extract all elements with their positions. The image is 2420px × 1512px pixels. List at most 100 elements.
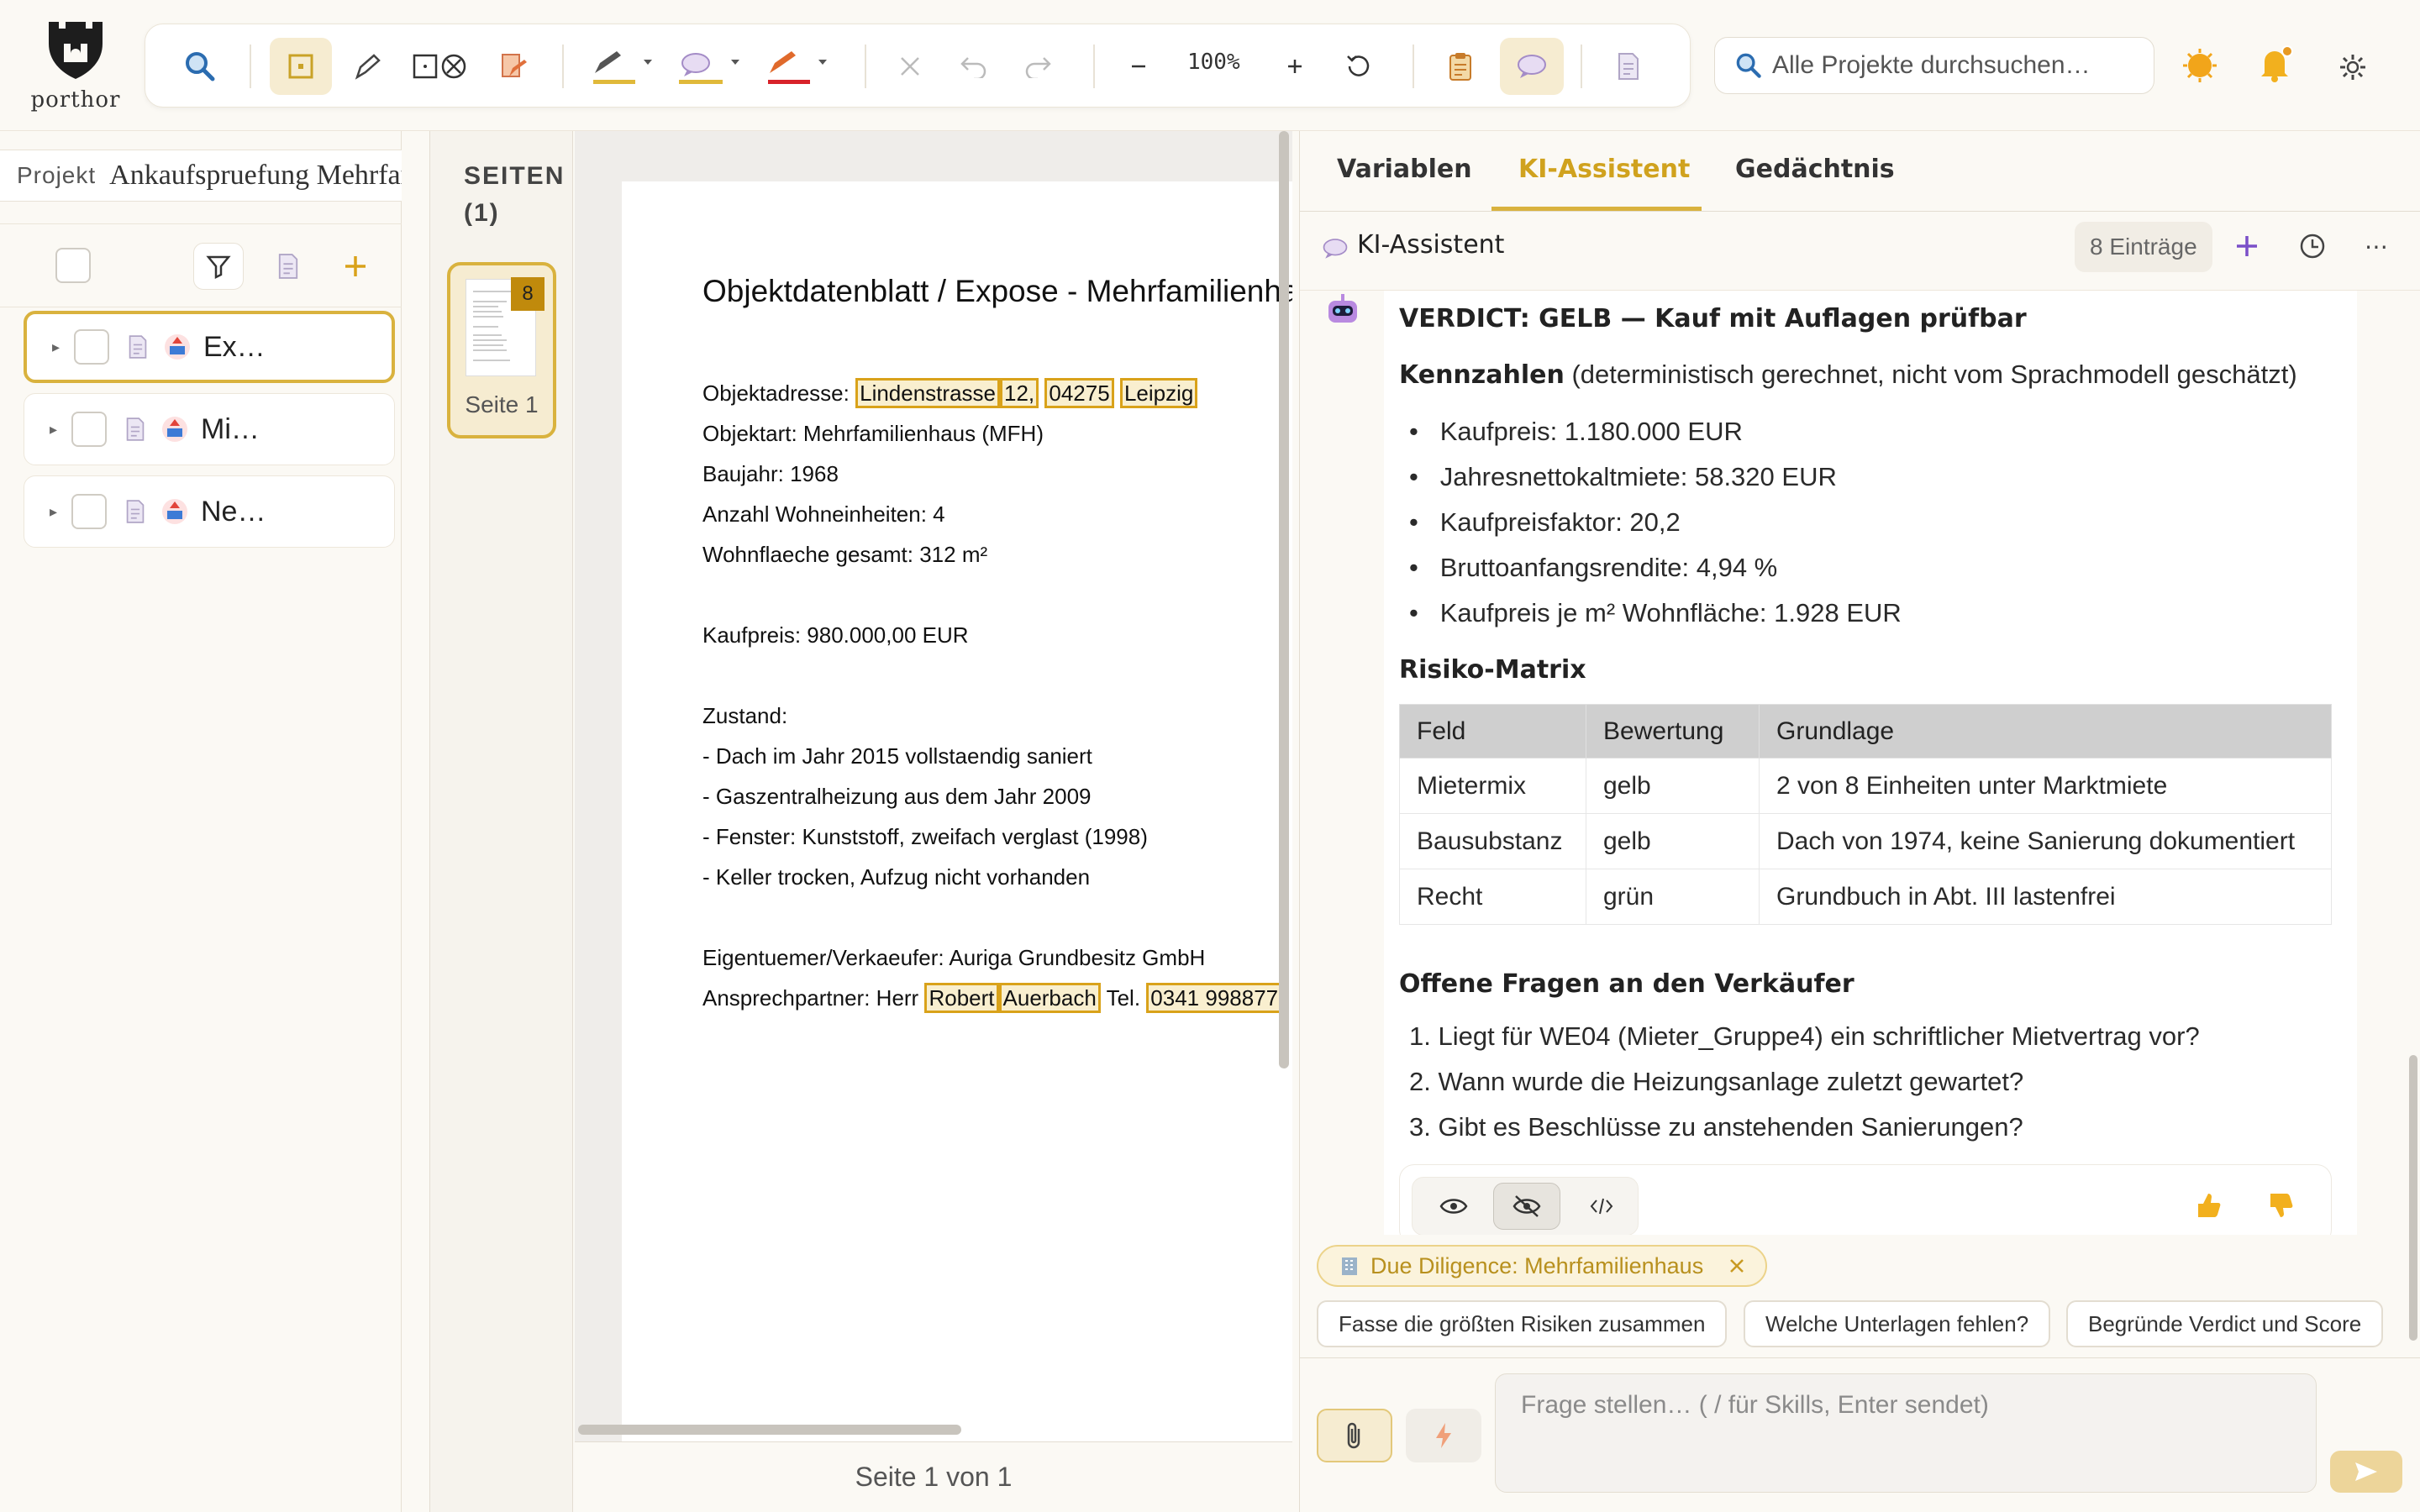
more-options-button[interactable]: ⋯ [2355,225,2397,267]
notifications-button[interactable] [2252,40,2299,87]
settings-button[interactable] [2329,44,2376,91]
kpi-item: • Kaufpreis je m² Wohnfläche: 1.928 EUR [1409,598,1902,627]
item-checkbox[interactable] [71,494,107,529]
redo-button[interactable] [1013,38,1063,95]
redact-tool-button[interactable] [406,38,473,95]
highlight-pen-button[interactable] [582,38,658,95]
add-button[interactable] [334,243,376,290]
thumbs-down-button[interactable] [2257,1182,2304,1229]
pen-icon [355,54,381,80]
table-row: Recht grün Grundbuch in Abt. III lastenf… [1399,869,2332,925]
kpi-heading: Kennzahlen (deterministisch gerechnet, n… [1399,360,2297,390]
stack-upload-icon [165,334,190,360]
redaction-highlight[interactable]: Lindenstrasse [855,378,1000,408]
search-input[interactable] [1772,51,2142,80]
horizontal-scrollbar[interactable] [578,1425,961,1435]
chat-icon [1518,55,1546,78]
risk-matrix-table: Feld Bewertung Grundlage Mietermix gelb … [1399,704,2332,925]
pages-panel: SEITEN (1) 8 Seite 1 [430,131,573,1512]
clear-button[interactable] [885,38,935,95]
tree-item[interactable]: ▸ Mi… [24,393,395,465]
red-pen-icon [768,51,827,84]
vertical-scrollbar[interactable] [1279,131,1289,1068]
comment-pen-button[interactable] [670,38,745,95]
item-checkbox[interactable] [74,329,109,365]
source-button[interactable] [1572,1184,1631,1228]
redaction-highlight[interactable]: Auerbach [998,983,1101,1013]
annotation-count-badge: 8 [511,277,544,311]
select-tool-button[interactable] [270,38,332,95]
tree-item[interactable]: ▸ Ne… [24,475,395,548]
clipboard-icon [1449,53,1471,81]
sidebar-resizer[interactable] [402,131,430,1512]
document-viewer[interactable]: Objektdatenblatt / Expose - Mehrfamilien… [575,131,1292,1441]
message-list[interactable]: VERDICT: GELB — Kauf mit Auflagen prüfba… [1300,291,2420,1235]
draw-tool-button[interactable] [485,38,540,95]
gear-icon [2340,55,2365,80]
document-button[interactable] [1601,38,1656,95]
close-icon[interactable] [1728,1257,1745,1274]
doc-line: Kaufpreis: 980.000,00 EUR [702,622,969,648]
redo-icon [1025,57,1051,78]
suggestion-button[interactable]: Welche Unterlagen fehlen? [1744,1300,2051,1347]
select-all-checkbox[interactable] [55,248,91,283]
expand-caret-icon[interactable]: ▸ [52,339,74,356]
logo[interactable]: porthor [25,18,126,118]
chat-scrollbar[interactable] [2409,1055,2417,1341]
new-chat-button[interactable] [2226,225,2268,267]
paperclip-icon [1347,1422,1360,1449]
undo-button[interactable] [949,38,999,95]
active-skill-chip[interactable]: Due Diligence: Mehrfamilienhaus [1317,1245,1768,1287]
expand-caret-icon[interactable]: ▸ [50,503,71,521]
clipboard-button[interactable] [1433,38,1488,95]
tree-item-label: Ex… [203,330,266,363]
question-input[interactable] [1495,1373,2317,1493]
search-tool-button[interactable] [171,38,229,95]
message-actions [1399,1164,2332,1235]
tab-gedaechtnis[interactable]: Gedächtnis [1735,155,1895,184]
thumbs-up-button[interactable] [2185,1182,2232,1229]
attach-button[interactable] [1317,1409,1392,1462]
active-tab-indicator [1491,207,1702,211]
global-search[interactable] [1714,37,2154,94]
filter-button[interactable] [193,243,244,290]
logo-text: porthor [30,87,121,113]
zoom-out-button[interactable] [1113,38,1164,95]
hide-button[interactable] [1493,1183,1560,1230]
tab-ki-assistent[interactable]: KI-Assistent [1518,155,1690,184]
draw-icon [502,54,527,77]
sun-icon [2183,49,2217,82]
chat-toggle-button[interactable] [1500,38,1564,95]
doc-line: - Fenster: Kunststoff, zweifach verglast… [702,824,1148,849]
assistant-message: VERDICT: GELB — Kauf mit Auflagen prüfba… [1384,291,2357,1235]
pen-tool-button[interactable] [340,38,396,95]
send-button[interactable] [2330,1451,2402,1493]
doc-line: Anzahl Wohneinheiten: 4 [702,501,945,527]
tree-item-label: Ne… [201,495,266,528]
tab-variablen[interactable]: Variablen [1337,155,1472,184]
show-button[interactable] [1424,1184,1483,1228]
tree-item[interactable]: ▸ Ex… [24,311,395,383]
redaction-highlight[interactable]: Robert [924,983,999,1013]
zoom-in-button[interactable] [1270,38,1320,95]
redaction-highlight[interactable]: 12, [1000,378,1039,408]
questions-heading: Offene Fragen an den Verkäufer [1399,969,1854,999]
redaction-highlight[interactable]: 0341 998877 [1146,983,1283,1013]
theme-toggle-button[interactable] [2176,42,2223,89]
suggestion-button[interactable]: Fasse die größten Risiken zusammen [1317,1300,1728,1347]
red-pen-button[interactable] [757,38,833,95]
item-checkbox[interactable] [71,412,107,447]
history-button[interactable] [2291,225,2333,267]
tree-item-label: Mi… [201,412,260,445]
entries-count-badge[interactable]: 8 Einträge [2075,222,2212,272]
page-thumbnail[interactable]: 8 Seite 1 [447,262,556,438]
redaction-highlight[interactable]: Leipzig [1119,378,1198,408]
skills-button[interactable] [1406,1409,1481,1462]
expand-caret-icon[interactable]: ▸ [50,421,71,438]
project-selector[interactable]: Projekt Ankaufspruefung Mehrfamilienhaus [0,150,402,202]
add-document-button[interactable] [267,243,309,290]
assistant-header: KI-Assistent 8 Einträge ⋯ [1300,212,2420,291]
suggestion-button[interactable]: Begründe Verdict und Score [2066,1300,2384,1347]
redaction-highlight[interactable]: 04275 [1044,378,1114,408]
rotate-button[interactable] [1334,38,1384,95]
